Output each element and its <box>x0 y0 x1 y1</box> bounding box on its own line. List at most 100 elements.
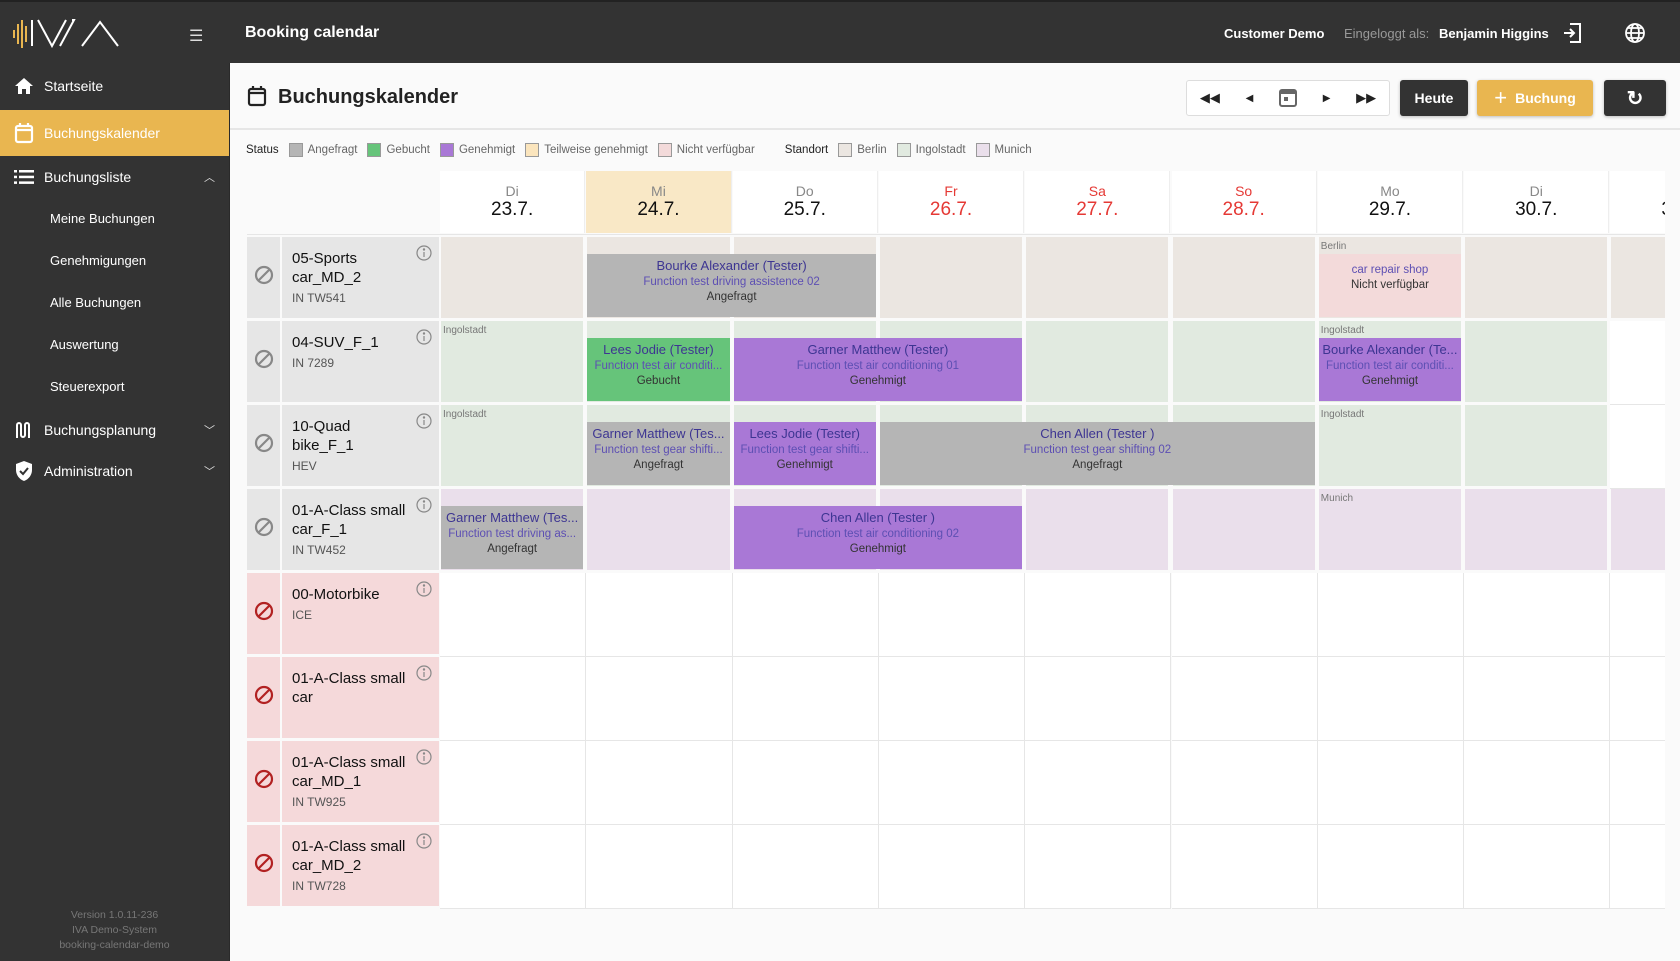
info-icon[interactable] <box>416 749 432 770</box>
day-cell[interactable] <box>440 573 587 657</box>
day-cell[interactable] <box>732 573 879 657</box>
sidebar-item-startseite[interactable]: Startseite <box>0 63 229 109</box>
forward-icon[interactable]: ▶ <box>1323 93 1331 104</box>
day-cell[interactable] <box>1611 237 1665 318</box>
day-cell[interactable] <box>1464 741 1611 825</box>
resource-cell[interactable]: 01-A-Class small car <box>282 657 439 738</box>
day-cell[interactable] <box>1317 825 1465 909</box>
booking-block[interactable]: Chen Allen (Tester ) Function test gear s… <box>879 422 1315 485</box>
booking-block[interactable]: Chen Allen (Tester ) Function test air co… <box>733 506 1023 569</box>
day-cell[interactable] <box>1026 321 1169 402</box>
day-cell[interactable] <box>878 825 1026 909</box>
day-cell[interactable] <box>586 573 733 657</box>
day-cell[interactable] <box>732 741 879 825</box>
sidebar-item-buchungsplanung[interactable]: Buchungsplanung ﹀ <box>0 407 229 453</box>
day-cell[interactable] <box>440 657 587 741</box>
day-cell[interactable] <box>1025 741 1172 825</box>
resource-cell[interactable]: 00-Motorbike ICE <box>282 573 439 654</box>
day-cell[interactable] <box>1172 321 1315 402</box>
day-cell[interactable] <box>1317 657 1465 741</box>
booking-block[interactable]: Lees Jodie (Tester) Function test air con… <box>587 338 730 401</box>
booking-block[interactable]: Bourke Alexander (Te... Function test air… <box>1318 338 1462 401</box>
resource-cell[interactable]: 01-A-Class small car_MD_1 IN TW925 <box>282 741 439 822</box>
day-cell[interactable] <box>1025 825 1172 909</box>
info-icon[interactable] <box>416 497 432 518</box>
day-cell[interactable] <box>1171 825 1318 909</box>
booking-block[interactable]: car repair shop Nicht verfügbar <box>1318 254 1462 317</box>
day-cell[interactable] <box>1317 741 1465 825</box>
day-cell[interactable] <box>1610 741 1665 825</box>
sidebar-subitem-alle-buchungen[interactable]: Alle Buchungen <box>50 295 141 310</box>
fast-back-icon[interactable]: ◀◀ <box>1200 90 1220 106</box>
collapse-sidebar-icon[interactable]: ☰ <box>189 26 203 46</box>
resource-cell[interactable]: 01-A-Class small car_MD_2 IN TW728 <box>282 825 439 906</box>
info-icon[interactable] <box>416 581 432 602</box>
day-cell[interactable] <box>1026 237 1169 318</box>
sidebar-item-buchungskalender[interactable]: Buchungskalender <box>0 110 229 156</box>
globe-icon[interactable] <box>1624 22 1646 49</box>
sidebar-item-administration[interactable]: Administration ﹀ <box>0 448 229 494</box>
day-cell[interactable] <box>440 741 587 825</box>
resource-cell[interactable]: 01-A-Class small car_F_1 IN TW452 <box>282 489 439 570</box>
resource-cell[interactable]: 04-SUV_F_1 IN 7289 <box>282 321 439 402</box>
day-cell[interactable] <box>1611 489 1665 570</box>
day-cell[interactable] <box>878 573 1026 657</box>
booking-block[interactable]: Lees Jodie (Tester) Function test gear sh… <box>733 422 876 485</box>
day-cell[interactable] <box>1465 237 1608 318</box>
day-cell[interactable] <box>1464 825 1611 909</box>
day-cell[interactable] <box>586 657 733 741</box>
day-cell[interactable] <box>1171 741 1318 825</box>
day-cell[interactable] <box>878 657 1026 741</box>
day-cell[interactable] <box>1171 657 1318 741</box>
day-cell[interactable] <box>732 657 879 741</box>
day-cell[interactable] <box>440 825 587 909</box>
booking-block[interactable]: Garner Matthew (Tes... Function test driv… <box>441 506 584 569</box>
booking-block[interactable]: Garner Matthew (Tes... Function test gear… <box>587 422 730 485</box>
info-icon[interactable] <box>416 413 432 434</box>
sidebar-subitem-steuerexport[interactable]: Steuerexport <box>50 379 124 394</box>
day-cell[interactable] <box>1610 405 1665 489</box>
day-cell[interactable] <box>732 825 879 909</box>
info-icon[interactable] <box>416 665 432 686</box>
day-cell[interactable] <box>1465 321 1608 402</box>
day-cell[interactable] <box>878 741 1026 825</box>
day-cell[interactable] <box>1464 657 1611 741</box>
fast-forward-icon[interactable]: ▶▶ <box>1356 90 1376 106</box>
info-icon[interactable] <box>416 329 432 350</box>
day-cell[interactable] <box>587 489 730 570</box>
day-cell[interactable] <box>1317 573 1465 657</box>
day-cell[interactable] <box>1025 657 1172 741</box>
day-cell[interactable] <box>586 825 733 909</box>
day-cell[interactable] <box>1025 573 1172 657</box>
day-cell[interactable] <box>1610 573 1665 657</box>
booking-block[interactable]: Bourke Alexander (Tester) Function test d… <box>587 254 876 317</box>
day-cell[interactable] <box>441 237 584 318</box>
info-icon[interactable] <box>416 245 432 266</box>
today-button[interactable]: Heute <box>1400 80 1468 116</box>
day-cell[interactable] <box>1171 573 1318 657</box>
sidebar-subitem-meine-buchungen[interactable]: Meine Buchungen <box>50 211 155 226</box>
day-cell[interactable] <box>1172 489 1315 570</box>
sidebar-item-buchungsliste[interactable]: Buchungsliste ︿ <box>0 154 229 200</box>
day-cell[interactable] <box>1610 825 1665 909</box>
day-cell[interactable] <box>1610 321 1665 405</box>
sidebar-subitem-auswertung[interactable]: Auswertung <box>50 337 119 352</box>
logout-icon[interactable] <box>1562 22 1582 49</box>
day-cell[interactable] <box>1465 489 1608 570</box>
info-icon[interactable] <box>416 833 432 854</box>
date-picker-icon[interactable] <box>1279 87 1297 110</box>
refresh-button[interactable]: ↻ <box>1604 80 1666 116</box>
day-cell[interactable] <box>1610 657 1665 741</box>
day-cell[interactable] <box>1465 405 1608 486</box>
new-booking-button[interactable]: + Buchung <box>1477 80 1593 116</box>
day-cell[interactable] <box>1026 489 1169 570</box>
day-cell[interactable] <box>1464 573 1611 657</box>
back-icon[interactable]: ◀ <box>1246 93 1254 104</box>
booking-block[interactable]: Garner Matthew (Tester) Function test air… <box>733 338 1023 401</box>
resource-cell[interactable]: 05-Sports car_MD_2 IN TW541 <box>282 237 439 318</box>
sidebar-subitem-genehmigungen[interactable]: Genehmigungen <box>50 253 146 268</box>
day-cell[interactable] <box>879 237 1023 318</box>
day-cell[interactable] <box>586 741 733 825</box>
resource-cell[interactable]: 10-Quad bike_F_1 HEV <box>282 405 439 486</box>
day-cell[interactable] <box>1172 237 1315 318</box>
